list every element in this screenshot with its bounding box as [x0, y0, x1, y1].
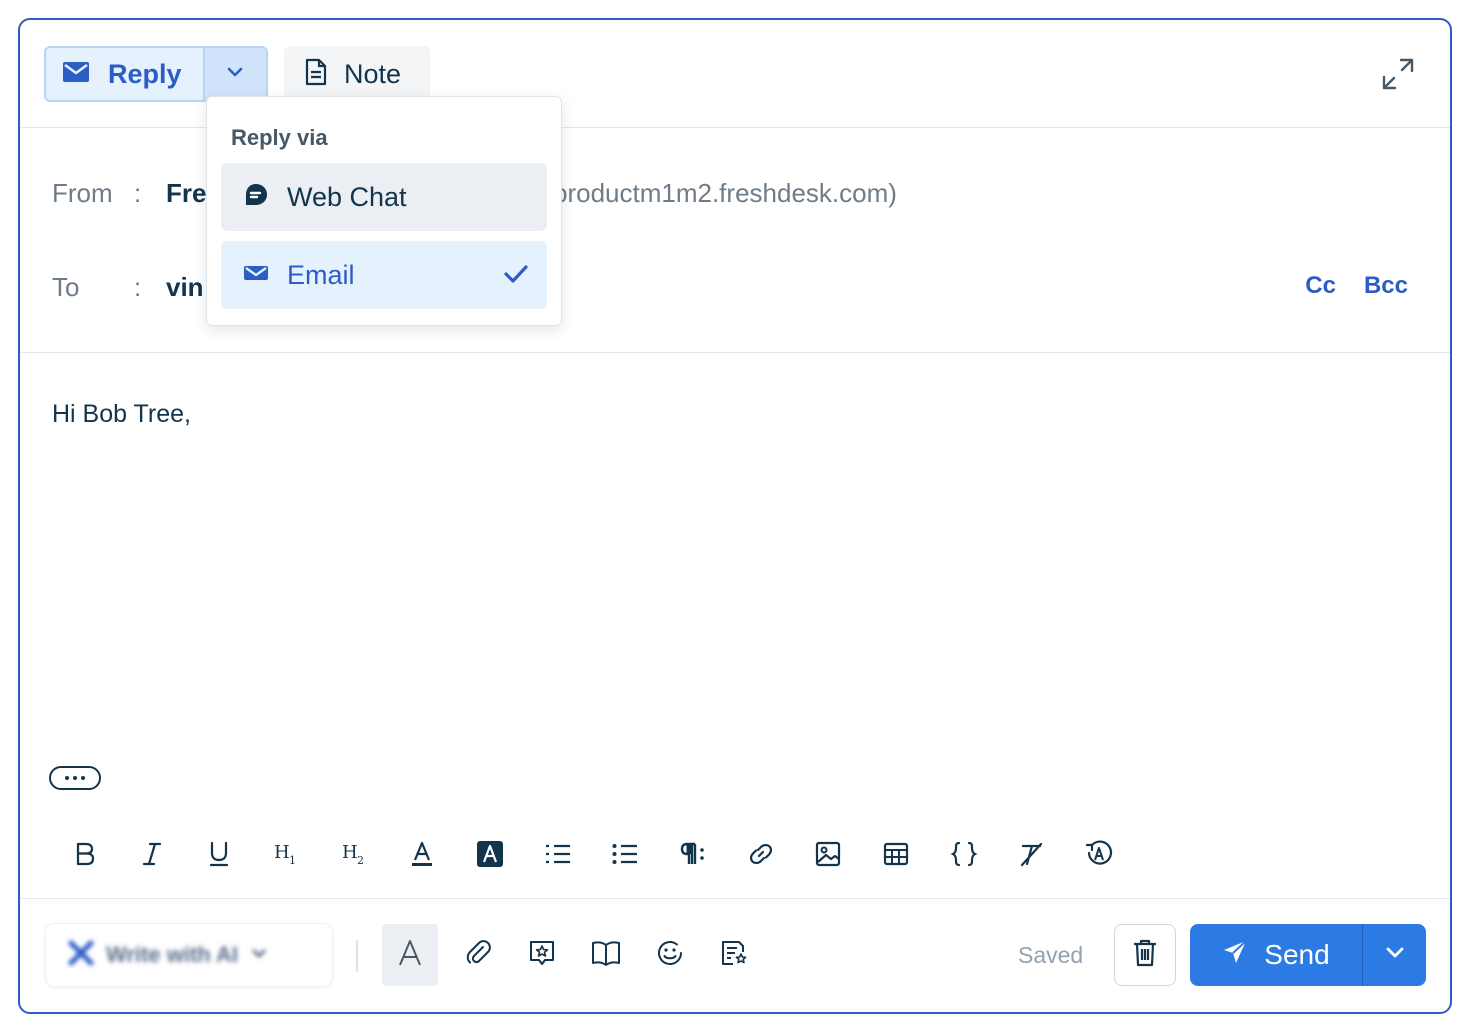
dot — [81, 776, 85, 780]
note-button[interactable]: Note — [284, 46, 430, 102]
reply-via-email[interactable]: Email — [221, 241, 547, 309]
book-icon — [591, 938, 621, 973]
chevron-down-icon — [250, 946, 268, 964]
code-icon[interactable] — [930, 832, 998, 876]
svg-text:H: H — [342, 842, 358, 863]
chat-bubble-icon — [243, 182, 269, 213]
checkmark-icon — [503, 263, 529, 290]
reply-via-dropdown: Reply via Web Chat Email — [206, 96, 562, 326]
heading-2-icon[interactable]: H2 — [321, 832, 389, 876]
canned-response-button[interactable] — [510, 924, 574, 986]
to-label: To — [52, 272, 80, 302]
envelope-icon — [243, 263, 269, 288]
table-icon[interactable] — [862, 832, 930, 876]
link-icon[interactable] — [727, 832, 795, 876]
star-chat-icon — [527, 938, 557, 973]
bold-icon[interactable] — [50, 832, 118, 876]
reply-button-label: Reply — [108, 58, 182, 89]
reply-split-button: Reply — [44, 46, 268, 102]
highlight-icon[interactable] — [456, 832, 524, 876]
emoji-button[interactable] — [638, 924, 702, 986]
to-colon: : — [134, 272, 142, 302]
bcc-link[interactable]: Bcc — [1364, 272, 1408, 300]
note-button-label: Note — [344, 58, 402, 89]
reply-options-toggle[interactable] — [202, 48, 266, 100]
expand-icon[interactable] — [1380, 56, 1416, 92]
template-button[interactable] — [702, 924, 766, 986]
image-icon[interactable] — [795, 832, 863, 876]
chevron-down-icon — [226, 65, 244, 83]
trash-icon — [1132, 938, 1158, 973]
message-body-text[interactable]: Hi Bob Tree, — [52, 400, 191, 429]
show-more-button[interactable] — [49, 766, 101, 790]
svg-text:2: 2 — [357, 854, 364, 867]
ai-sparkle-icon — [68, 940, 94, 971]
attachment-button[interactable] — [446, 924, 510, 986]
paper-plane-icon — [1222, 939, 1248, 972]
dropdown-heading: Reply via — [231, 125, 328, 150]
underline-icon[interactable] — [185, 832, 253, 876]
text-format-toggle[interactable] — [382, 924, 438, 986]
toolbar-divider — [20, 898, 1450, 899]
draft-saved-status: Saved — [1018, 942, 1084, 968]
send-button-label: Send — [1264, 939, 1330, 970]
write-with-ai-button[interactable]: Write with AI — [46, 924, 332, 986]
write-with-ai-label: Write with AI — [106, 942, 238, 967]
clear-format-icon[interactable] — [998, 832, 1066, 876]
text-color-icon[interactable] — [388, 832, 456, 876]
reply-button[interactable]: Reply — [46, 48, 203, 100]
fields-divider — [20, 352, 1450, 353]
send-split-button: Send — [1190, 924, 1426, 986]
from-email: productm1m2.freshdesk.com) — [553, 178, 897, 208]
cc-link[interactable]: Cc — [1305, 272, 1336, 300]
envelope-icon — [62, 61, 90, 88]
footer-separator — [356, 940, 358, 972]
cc-bcc-links: Cc Bcc — [1305, 272, 1408, 300]
smiley-icon — [655, 938, 685, 973]
paperclip-icon — [463, 938, 493, 973]
paragraph-icon[interactable] — [659, 832, 727, 876]
unordered-list-icon[interactable] — [592, 832, 660, 876]
to-value[interactable]: vin — [166, 272, 204, 303]
web-chat-label: Web Chat — [287, 181, 407, 212]
svg-text:H: H — [274, 842, 290, 863]
from-colon: : — [134, 178, 142, 208]
send-button[interactable]: Send — [1190, 924, 1362, 986]
from-value[interactable]: Fre — [166, 178, 206, 209]
send-options-toggle[interactable] — [1362, 924, 1426, 986]
italic-icon[interactable] — [118, 832, 186, 876]
reply-via-web-chat[interactable]: Web Chat — [221, 163, 547, 231]
dot — [73, 776, 77, 780]
knowledge-base-button[interactable] — [574, 924, 638, 986]
from-label: From — [52, 178, 113, 208]
footer-tools — [382, 924, 766, 986]
font-icon — [395, 938, 425, 973]
note-icon — [304, 58, 328, 91]
spellcheck-icon[interactable] — [1065, 832, 1133, 876]
heading-1-icon[interactable]: H1 — [253, 832, 321, 876]
dot — [65, 776, 69, 780]
document-star-icon — [719, 938, 749, 973]
ordered-list-icon[interactable] — [524, 832, 592, 876]
chevron-down-icon — [1385, 946, 1405, 965]
email-label: Email — [287, 259, 355, 290]
formatting-toolbar: H1 H2 — [50, 832, 1133, 876]
reply-editor-panel: Reply Note From : Fre productm1m2.freshd… — [18, 18, 1452, 1014]
discard-button[interactable] — [1114, 924, 1176, 986]
svg-text:1: 1 — [289, 854, 296, 867]
